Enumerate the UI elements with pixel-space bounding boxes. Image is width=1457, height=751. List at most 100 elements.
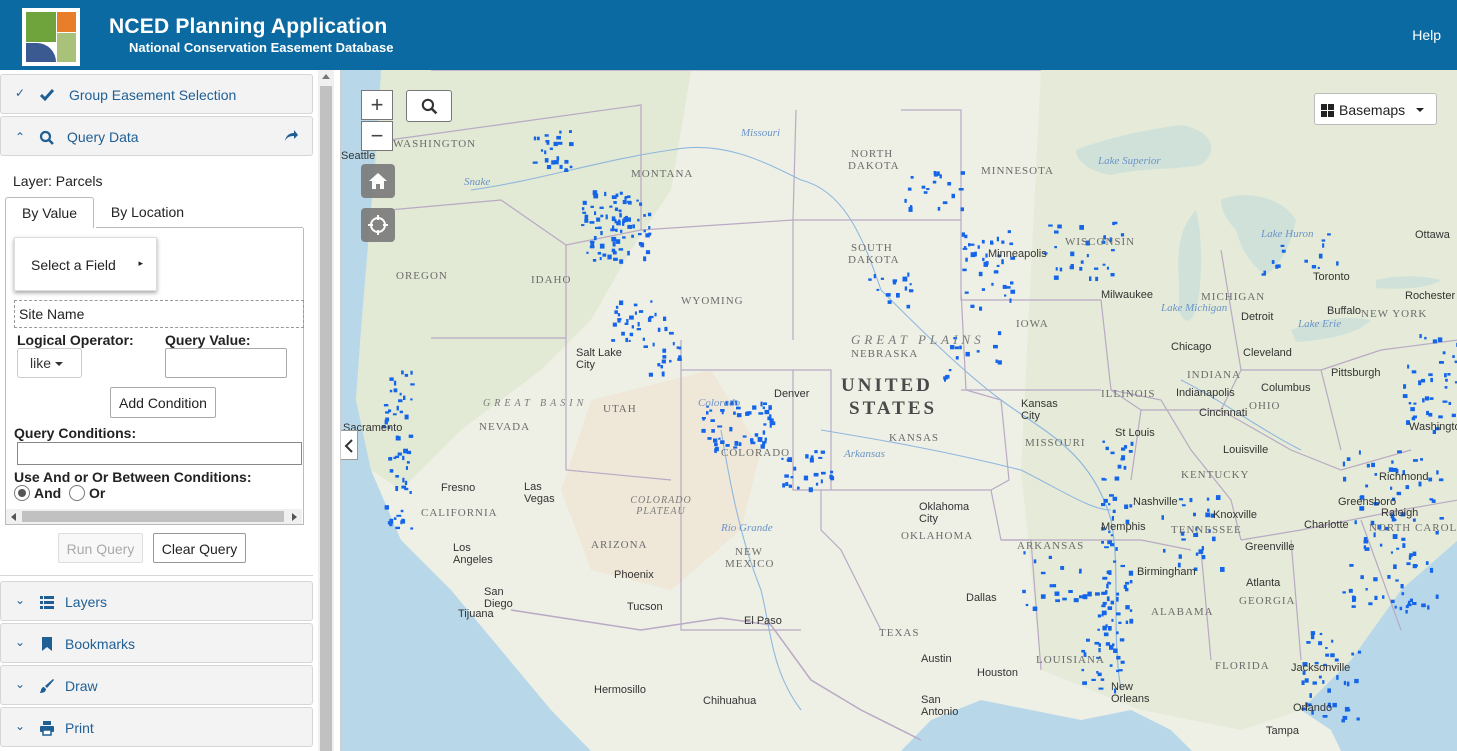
panel-query-data[interactable]: ⌃ Query Data bbox=[0, 116, 313, 156]
zoom-out-button[interactable]: − bbox=[361, 121, 393, 151]
easement-parcel bbox=[720, 409, 725, 412]
tab-by-value[interactable]: By Value bbox=[5, 197, 94, 228]
clear-query-button[interactable]: Clear Query bbox=[153, 533, 246, 563]
app-subtitle: National Conservation Easement Database bbox=[129, 40, 394, 55]
arrow-right-icon[interactable] bbox=[292, 513, 297, 521]
query-value-input[interactable] bbox=[165, 348, 287, 378]
scrollbar-thumb[interactable] bbox=[320, 86, 332, 751]
sidebar-collapse-handle[interactable] bbox=[341, 430, 358, 460]
easement-parcel bbox=[1073, 598, 1079, 603]
easement-parcel bbox=[904, 286, 908, 291]
city-label: Columbus bbox=[1261, 382, 1311, 394]
river-label: Snake bbox=[464, 176, 491, 188]
easement-parcel bbox=[569, 130, 572, 133]
region-label: COLORADO PLATEAU bbox=[630, 495, 692, 517]
select-field-button[interactable]: Select a Field ▸ bbox=[14, 237, 157, 291]
run-query-button[interactable]: Run Query bbox=[58, 533, 143, 563]
easement-parcel bbox=[401, 485, 407, 489]
locate-button[interactable] bbox=[361, 208, 395, 242]
panel-print[interactable]: ⌄ Print bbox=[0, 707, 313, 747]
easement-parcel bbox=[1343, 680, 1346, 686]
easement-parcel bbox=[618, 209, 622, 213]
city-label: Seattle bbox=[341, 150, 376, 162]
state-label: UTAH bbox=[603, 403, 637, 415]
panel-group-easement-selection[interactable]: ✓ Group Easement Selection bbox=[0, 74, 313, 114]
state-label: NEBRASKA bbox=[851, 348, 919, 360]
easement-parcel bbox=[926, 188, 930, 191]
query-conditions-label: Query Conditions: bbox=[14, 425, 137, 441]
divider bbox=[0, 575, 313, 576]
easement-parcel bbox=[1412, 602, 1417, 605]
easement-parcel bbox=[762, 430, 766, 435]
home-button[interactable] bbox=[361, 164, 395, 198]
easement-parcel bbox=[1363, 539, 1369, 544]
help-link[interactable]: Help bbox=[1412, 27, 1441, 43]
easement-parcel bbox=[629, 315, 634, 320]
panel-draw[interactable]: ⌄ Draw bbox=[0, 665, 313, 705]
easement-parcel bbox=[406, 461, 410, 464]
radio-and[interactable] bbox=[14, 485, 30, 501]
horizontal-scrollbar[interactable] bbox=[6, 509, 302, 524]
easement-parcel bbox=[1310, 634, 1315, 640]
easement-parcel bbox=[1451, 413, 1456, 418]
panel-layers[interactable]: ⌄ Layers bbox=[0, 581, 313, 621]
easement-parcel bbox=[599, 243, 605, 249]
radio-or[interactable] bbox=[69, 485, 85, 501]
easement-parcel bbox=[752, 405, 757, 410]
easement-parcel bbox=[403, 448, 408, 454]
easement-parcel bbox=[1429, 397, 1434, 400]
easement-parcel bbox=[669, 359, 672, 363]
city-label: Austin bbox=[921, 653, 952, 665]
easement-parcel bbox=[628, 339, 631, 342]
easement-parcel bbox=[1403, 384, 1407, 388]
share-icon[interactable] bbox=[283, 128, 299, 144]
easement-parcel bbox=[702, 417, 705, 421]
arrow-up-icon[interactable] bbox=[322, 74, 330, 79]
easement-parcel bbox=[1010, 281, 1014, 285]
easement-parcel bbox=[1101, 503, 1106, 507]
easement-parcel bbox=[1430, 377, 1433, 383]
easement-parcel bbox=[600, 214, 604, 218]
field-list-item-site-name[interactable]: Site Name bbox=[14, 300, 304, 328]
city-label: Pittsburgh bbox=[1331, 367, 1381, 379]
city-label: El Paso bbox=[744, 615, 782, 627]
add-condition-button[interactable]: Add Condition bbox=[110, 387, 216, 418]
easement-parcel bbox=[1373, 577, 1378, 582]
query-conditions-box[interactable] bbox=[17, 442, 302, 465]
easement-parcel bbox=[951, 193, 955, 199]
easement-parcel bbox=[1330, 653, 1335, 658]
easement-parcel bbox=[1060, 566, 1065, 570]
state-label: INDIANA bbox=[1187, 369, 1242, 381]
easement-parcel bbox=[965, 257, 968, 262]
map-search-button[interactable] bbox=[406, 90, 452, 122]
easement-parcel bbox=[1101, 540, 1104, 544]
easement-parcel bbox=[1306, 641, 1311, 644]
easement-parcel bbox=[1322, 243, 1325, 248]
operator-dropdown[interactable]: like bbox=[17, 348, 82, 378]
scrollbar-thumb[interactable] bbox=[22, 511, 284, 522]
easement-parcel bbox=[546, 165, 552, 170]
easement-parcel bbox=[1365, 484, 1369, 488]
sidebar: ✓ Group Easement Selection ⌃ Query Data … bbox=[0, 70, 318, 751]
state-label: NEW bbox=[735, 546, 764, 558]
easement-parcel bbox=[1125, 620, 1129, 624]
state-label: MEXICO bbox=[725, 558, 775, 570]
easement-parcel bbox=[1040, 594, 1046, 599]
easement-parcel bbox=[584, 214, 588, 220]
easement-parcel bbox=[1412, 415, 1417, 419]
panel-bookmarks[interactable]: ⌄ Bookmarks bbox=[0, 623, 313, 663]
easement-parcel bbox=[820, 450, 825, 454]
sidebar-scrollbar[interactable] bbox=[318, 70, 334, 751]
city-label: San Diego bbox=[484, 586, 513, 610]
arrow-left-icon[interactable] bbox=[11, 513, 16, 521]
map-view[interactable]: UNITED STATES GREAT PLAINS GREAT BASIN C… bbox=[340, 70, 1457, 751]
tab-by-location[interactable]: By Location bbox=[96, 197, 199, 228]
easement-parcel bbox=[645, 250, 651, 255]
easement-parcel bbox=[947, 182, 952, 186]
basemaps-button[interactable]: Basemaps bbox=[1314, 93, 1437, 125]
zoom-in-button[interactable]: + bbox=[361, 90, 393, 120]
easement-parcel bbox=[1346, 681, 1350, 687]
easement-parcel bbox=[633, 303, 638, 307]
easement-parcel bbox=[554, 160, 559, 165]
easement-parcel bbox=[906, 304, 911, 309]
